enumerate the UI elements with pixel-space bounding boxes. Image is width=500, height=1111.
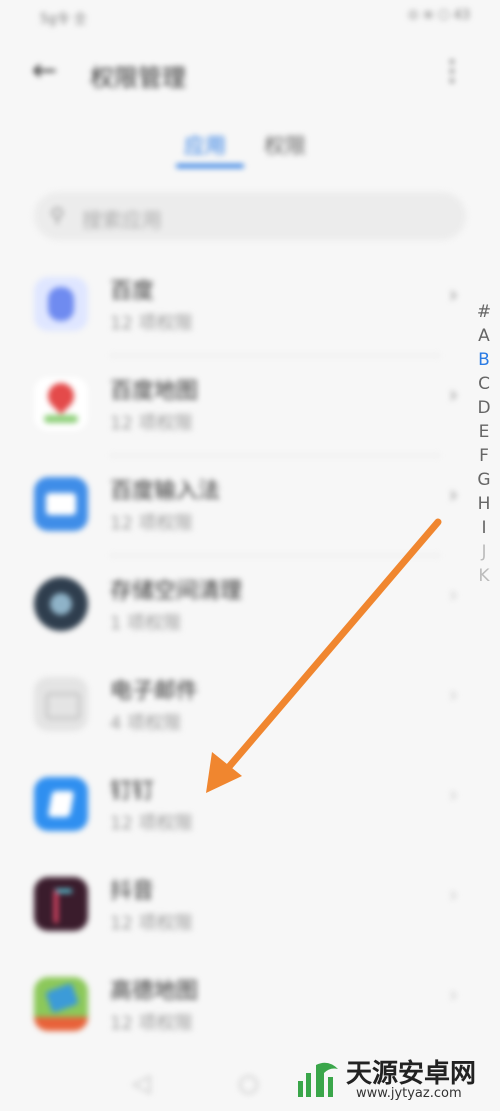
watermark: 天源安卓网 www.jytyaz.com	[294, 1053, 494, 1105]
watermark-logo	[298, 1062, 338, 1097]
arrow-shaft	[218, 518, 442, 779]
watermark-text: 天源安卓网	[346, 1059, 477, 1089]
annotation-arrow	[206, 518, 442, 793]
watermark-url: www.jytyaz.com	[356, 1086, 462, 1101]
